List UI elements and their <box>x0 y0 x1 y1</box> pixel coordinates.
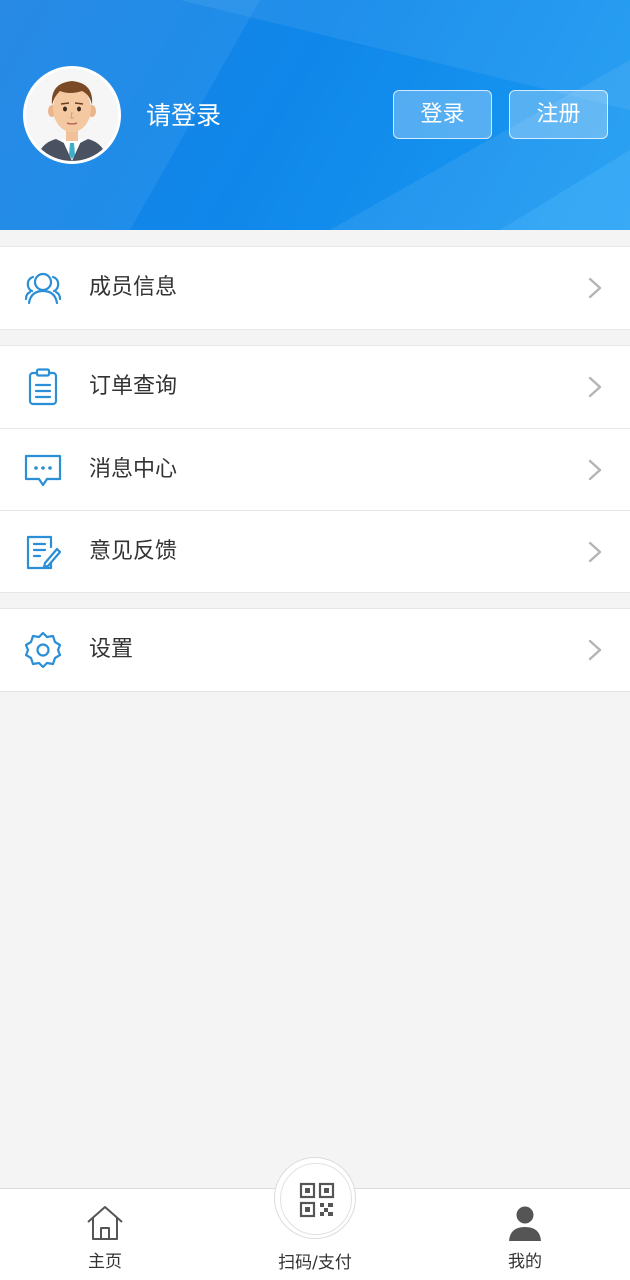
menu-item-label: 消息中心 <box>89 457 178 482</box>
clipboard-icon <box>28 368 58 406</box>
tab-home-label: 主页 <box>88 1252 122 1272</box>
login-button[interactable]: 登录 <box>393 90 492 139</box>
menu-item-settings[interactable]: 设置 <box>0 609 630 691</box>
qr-code-icon <box>299 1182 335 1218</box>
profile-page: 请登录 登录 注册 成员信息 订单查询 消息中心 意见反馈 设置 主页 我的 扫… <box>0 0 630 1280</box>
chevron-right-icon <box>588 639 602 661</box>
tab-mine[interactable]: 我的 <box>455 1189 595 1280</box>
menu-item-messages[interactable]: 消息中心 <box>0 428 630 510</box>
chevron-right-icon <box>588 541 602 563</box>
menu-item-label: 设置 <box>89 637 134 662</box>
menu-group-main: 订单查询 消息中心 意见反馈 <box>0 345 630 593</box>
message-icon <box>24 454 62 487</box>
chevron-right-icon <box>588 376 602 398</box>
login-prompt[interactable]: 请登录 <box>146 98 221 134</box>
menu-group-settings: 设置 <box>0 608 630 692</box>
menu-item-members[interactable]: 成员信息 <box>0 247 630 329</box>
menu-item-feedback[interactable]: 意见反馈 <box>0 510 630 592</box>
chevron-right-icon <box>588 277 602 299</box>
menu-item-label: 订单查询 <box>89 374 178 399</box>
menu-item-orders[interactable]: 订单查询 <box>0 346 630 428</box>
scan-inner-circle <box>280 1163 352 1235</box>
gear-icon <box>24 631 62 669</box>
members-icon <box>24 272 62 305</box>
menu-item-label: 成员信息 <box>89 275 178 300</box>
profile-header: 请登录 登录 注册 <box>0 0 630 230</box>
home-icon <box>87 1206 123 1240</box>
register-button[interactable]: 注册 <box>509 90 608 139</box>
feedback-icon <box>26 535 62 570</box>
tab-mine-label: 我的 <box>508 1252 542 1272</box>
menu-item-label: 意见反馈 <box>89 539 178 564</box>
tab-scan-pay-label[interactable]: 扫码/支付 <box>255 1248 375 1273</box>
menu-group-members: 成员信息 <box>0 246 630 330</box>
scan-pay-button[interactable] <box>274 1157 356 1239</box>
user-icon <box>509 1206 541 1241</box>
chevron-right-icon <box>588 459 602 481</box>
user-avatar-icon <box>26 69 118 161</box>
tab-home[interactable]: 主页 <box>35 1189 175 1280</box>
avatar[interactable] <box>23 66 121 164</box>
